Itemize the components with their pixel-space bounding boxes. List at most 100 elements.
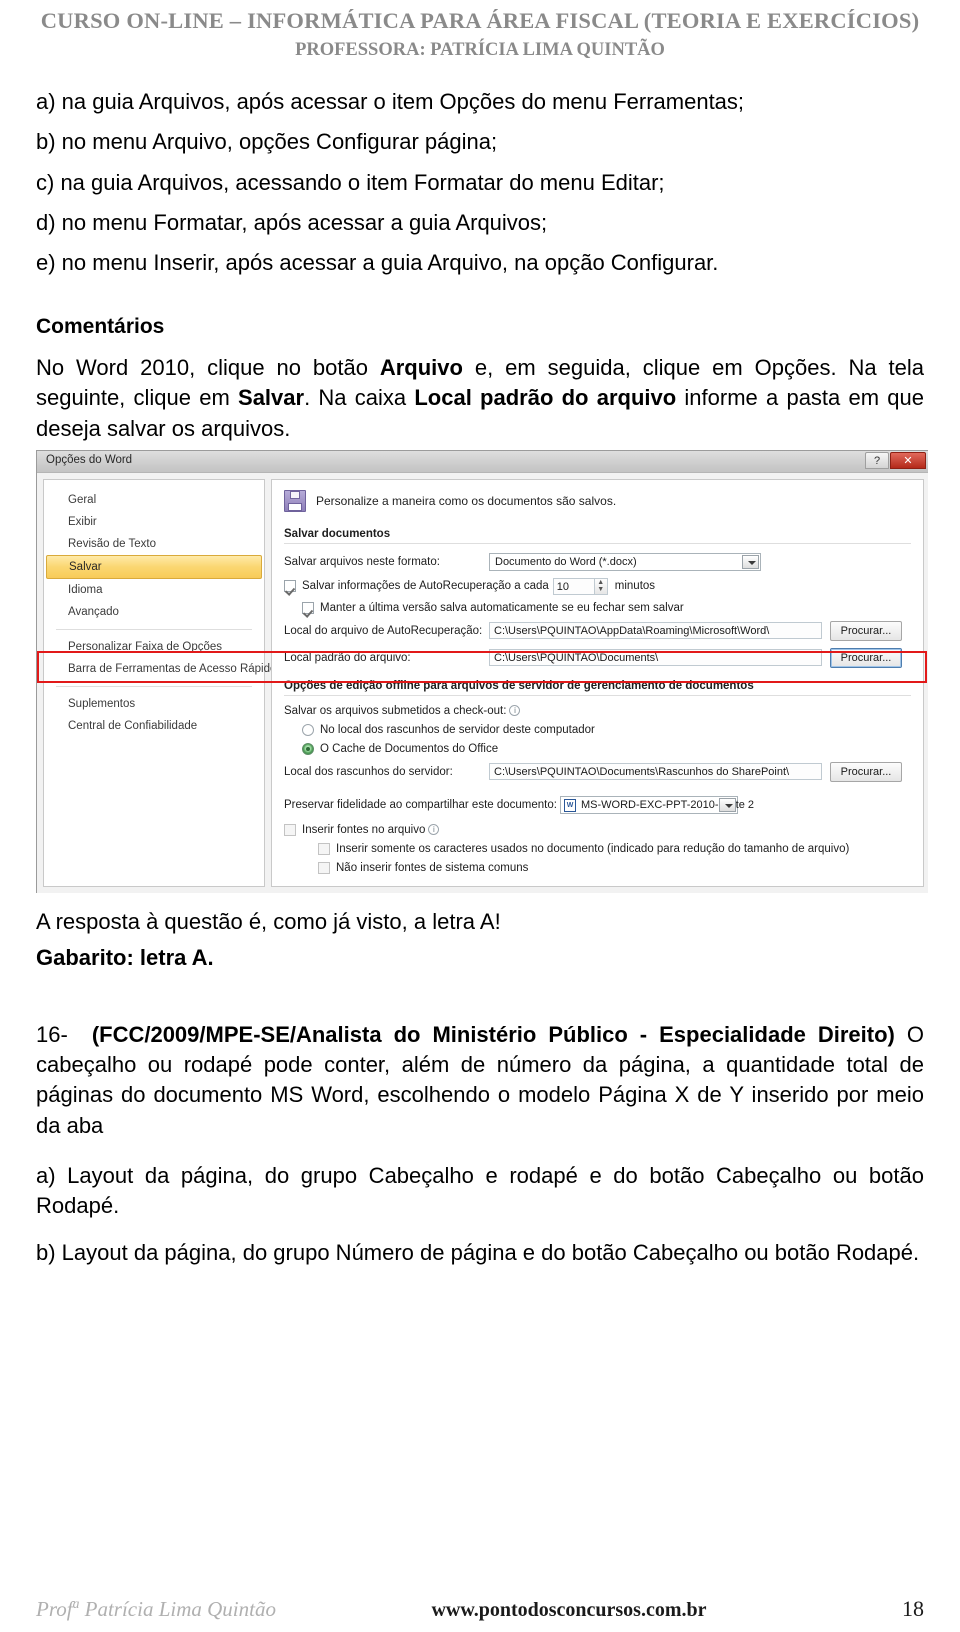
- question16-option-b: b) Layout da página, do grupo Número de …: [36, 1239, 920, 1265]
- label-default-file-path: Local padrão do arquivo:: [284, 651, 411, 664]
- sidebar-item-salvar[interactable]: Salvar: [46, 554, 262, 579]
- label-keep-last-version: Manter a última versão salva automaticam…: [320, 601, 684, 614]
- document-content: a) na guia Arquivos, após acessar o item…: [0, 61, 960, 1268]
- autorecover-checkbox[interactable]: [284, 580, 296, 593]
- chevron-down-icon-fidelity[interactable]: [719, 797, 736, 812]
- comments-heading: Comentários: [36, 314, 165, 338]
- info-icon-checkout[interactable]: i: [509, 705, 521, 717]
- question16-source: (FCC/2009/MPE-SE/Analista do Ministério …: [91, 1021, 895, 1047]
- autorecover-path-input[interactable]: C:\Users\PQUINTAO\AppData\Roaming\Micros…: [489, 622, 822, 640]
- row-embed-sub-2: Não inserir fontes de sistema comuns: [318, 861, 911, 874]
- save-format-value: Documento do Word (*.docx): [495, 555, 637, 568]
- footer-page-number: 18: [902, 1596, 924, 1621]
- row-embed-fonts: Inserir fontes no arquivo i: [284, 823, 911, 836]
- label-checkout-option-2: O Cache de Documentos do Office: [320, 742, 499, 755]
- footer-professor-prof: Prof: [36, 1597, 73, 1621]
- dialog-intro-text: Personalize a maneira como os documentos…: [316, 493, 617, 508]
- footer-professor-name: Patrícia Lima Quintão: [79, 1597, 276, 1621]
- browse-autorecover-button[interactable]: Procurar...: [830, 620, 902, 641]
- label-fidelity: Preservar fidelidade ao compartilhar est…: [284, 798, 557, 811]
- row-checkout-label: Salvar os arquivos submetidos a check-ou…: [284, 705, 911, 717]
- option-c: c) na guia Arquivos, acessando o item Fo…: [36, 169, 665, 195]
- label-minutos: minutos: [614, 580, 656, 593]
- autorecover-minutes-value: 10: [556, 580, 570, 593]
- chevron-down-icon[interactable]: [742, 554, 759, 569]
- comments-bold-salvar: Salvar: [238, 385, 305, 411]
- dialog-body: Geral Exibir Revisão de Texto Salvar Idi…: [37, 472, 928, 893]
- row-default-file-path: Local padrão do arquivo: C:\Users\PQUINT…: [284, 647, 911, 668]
- sidebar-item-idioma[interactable]: Idioma: [44, 579, 264, 601]
- sidebar-item-geral[interactable]: Geral: [44, 489, 264, 511]
- sidebar-item-central-de-confiabilidade[interactable]: Central de Confiabilidade: [44, 715, 264, 737]
- embed-only-used-chars-checkbox[interactable]: [318, 842, 330, 855]
- close-icon[interactable]: ✕: [890, 451, 926, 469]
- answer-text: A resposta à questão é, como já visto, a…: [36, 908, 501, 934]
- server-drafts-path-input[interactable]: C:\Users\PQUINTAO\Documents\Rascunhos do…: [489, 763, 822, 781]
- footer-professor: Profa Patrícia Lima Quintão: [36, 1596, 276, 1622]
- sidebar-divider-2: [56, 685, 252, 687]
- embed-fonts-checkbox[interactable]: [284, 823, 296, 836]
- row-embed-sub-1: Inserir somente os caracteres usados no …: [318, 842, 911, 855]
- sidebar-item-personalizar-faixa-de-opcoes[interactable]: Personalizar Faixa de Opções: [44, 636, 264, 658]
- skip-common-system-fonts-checkbox[interactable]: [318, 861, 330, 874]
- course-title-line: CURSO ON-LINE – INFORMÁTICA PARA ÁREA FI…: [40, 8, 920, 33]
- label-checkout: Salvar os arquivos submetidos a check-ou…: [284, 704, 507, 717]
- professor-title-line: PROFESSORA: PATRÍCIA LIMA QUINTÃO: [295, 40, 665, 60]
- label-save-format: Salvar arquivos neste formato:: [284, 555, 440, 568]
- dialog-sidebar: Geral Exibir Revisão de Texto Salvar Idi…: [43, 478, 276, 887]
- autorecover-minutes-stepper[interactable]: 10 ▲ ▼: [552, 577, 608, 595]
- comments-text-3: . Na caixa: [304, 385, 415, 411]
- sidebar-divider-1: [56, 628, 252, 630]
- browse-server-drafts-button[interactable]: Procurar...: [830, 761, 902, 782]
- save-format-dropdown[interactable]: Documento do Word (*.docx): [489, 552, 761, 571]
- checkout-radio-office-cache[interactable]: [302, 742, 314, 755]
- footer-website: www.pontodosconcursos.com.br: [431, 1599, 707, 1621]
- row-fidelity: Preservar fidelidade ao compartilhar est…: [284, 795, 911, 814]
- group-header-offline-editing: Opções de edição offline para arquivos d…: [284, 680, 911, 696]
- fidelity-dropdown[interactable]: W MS-WORD-EXC-PPT-2010-Parte 2: [560, 795, 754, 814]
- row-save-format: Salvar arquivos neste formato: Documento…: [284, 552, 911, 571]
- sidebar-item-suplementos[interactable]: Suplementos: [44, 693, 264, 715]
- label-autorecover: Salvar informações de AutoRecuperação a …: [302, 580, 549, 593]
- row-autorecover-interval: Salvar informações de AutoRecuperação a …: [284, 577, 911, 595]
- question16-number: 16-: [36, 1021, 68, 1047]
- sidebar-item-revisao-de-texto[interactable]: Revisão de Texto: [44, 533, 264, 555]
- comments-paragraph: No Word 2010, clique no botão Arquivo e,…: [36, 353, 924, 444]
- comments-bold-local-padrao: Local padrão do arquivo: [414, 385, 677, 411]
- sidebar-item-exibir[interactable]: Exibir: [44, 511, 264, 533]
- label-server-drafts-path: Local dos rascunhos do servidor:: [284, 765, 453, 778]
- document-footer: Profa Patrícia Lima Quintão www.pontodos…: [36, 1596, 924, 1622]
- label-embed-sub-1: Inserir somente os caracteres usados no …: [336, 842, 850, 855]
- row-checkout-option-2: O Cache de Documentos do Office: [302, 742, 911, 755]
- dialog-title-bar: Opções do Word ? ✕: [37, 450, 928, 473]
- label-autorecover-path: Local do arquivo de AutoRecuperação:: [284, 624, 483, 637]
- label-checkout-option-1: No local dos rascunhos de servidor deste…: [320, 723, 595, 736]
- label-embed-sub-2: Não inserir fontes de sistema comuns: [336, 861, 529, 874]
- stepper-arrows-icon[interactable]: ▲ ▼: [593, 577, 608, 595]
- option-b: b) no menu Arquivo, opções Configurar pá…: [36, 129, 498, 155]
- dialog-main-panel: Personalize a maneira como os documentos…: [271, 478, 924, 887]
- browse-default-path-button[interactable]: Procurar...: [830, 647, 902, 668]
- row-server-drafts-path: Local dos rascunhos do servidor: C:\User…: [284, 761, 911, 782]
- gabarito-text: Gabarito: letra A.: [36, 945, 214, 971]
- sidebar-item-avancado[interactable]: Avançado: [44, 601, 264, 623]
- sidebar-item-barra-de-ferramentas-de-acesso-rapido[interactable]: Barra de Ferramentas de Acesso Rápido: [44, 658, 276, 680]
- dialog-title: Opções do Word: [46, 453, 133, 466]
- dialog-intro: Personalize a maneira como os documentos…: [284, 489, 911, 512]
- save-floppy-icon: [284, 489, 306, 512]
- question15-option-list: a) na guia Arquivos, após acessar o item…: [36, 87, 924, 279]
- row-keep-last-version: Manter a última versão salva automaticam…: [302, 601, 911, 614]
- keep-last-version-checkbox[interactable]: [302, 601, 314, 614]
- row-checkout-option-1: No local dos rascunhos de servidor deste…: [302, 723, 911, 736]
- word-options-dialog-screenshot: Opções do Word ? ✕ Geral Exibir Revisão …: [36, 449, 928, 893]
- option-e: e) no menu Inserir, após acessar a guia …: [36, 250, 719, 276]
- document-header: CURSO ON-LINE – INFORMÁTICA PARA ÁREA FI…: [0, 0, 960, 61]
- question16-paragraph: 16- (FCC/2009/MPE-SE/Analista do Ministé…: [36, 1020, 924, 1141]
- row-autorecover-path: Local do arquivo de AutoRecuperação: C:\…: [284, 620, 911, 641]
- checkout-radio-server-drafts[interactable]: [302, 723, 314, 736]
- help-icon[interactable]: ?: [865, 451, 889, 469]
- window-controls: ? ✕: [865, 451, 926, 469]
- info-icon-embed-fonts[interactable]: i: [428, 824, 440, 836]
- word-document-icon: W: [564, 798, 576, 812]
- default-file-path-input[interactable]: C:\Users\PQUINTAO\Documents\: [489, 649, 822, 667]
